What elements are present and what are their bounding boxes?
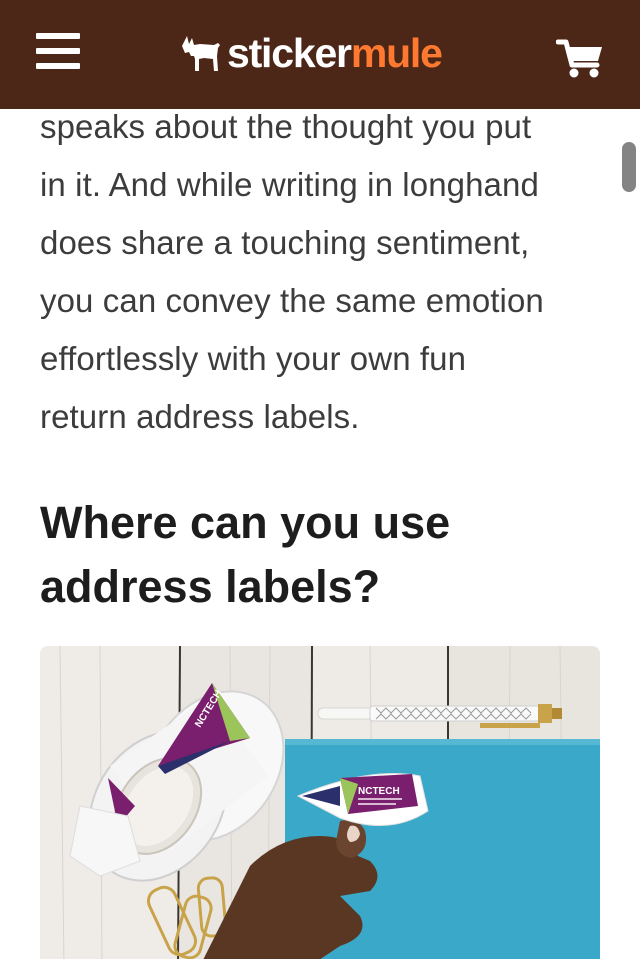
brand-name-sticker: sticker xyxy=(227,30,352,76)
menu-bar xyxy=(36,33,80,39)
paragraph-line: does share a touching sentiment, xyxy=(40,224,530,261)
paragraph-line: in it. And while writing in longhand xyxy=(40,166,539,203)
page: stickermule speaks about the thought you… xyxy=(0,0,640,959)
cart-glyph xyxy=(555,39,602,78)
paragraph-line: effortlessly with your own fun xyxy=(40,340,467,377)
paragraph-line: return address labels. xyxy=(40,398,360,435)
label-brand-text: NCTECH xyxy=(358,786,400,797)
menu-bar xyxy=(36,48,80,54)
shopping-cart-icon[interactable] xyxy=(555,37,604,79)
brand-name-mule: mule xyxy=(350,30,443,76)
heading-line: Where can you use xyxy=(40,497,451,548)
heading-line: address labels? xyxy=(40,561,381,612)
menu-bar xyxy=(36,63,80,69)
article-paragraph: speaks about the thought you put in it. … xyxy=(40,98,606,446)
section-heading: Where can you use address labels? xyxy=(40,491,600,619)
article-body: speaks about the thought you put in it. … xyxy=(40,98,606,446)
stickermule-logo[interactable]: stickermule xyxy=(180,28,443,78)
site-header: stickermule xyxy=(0,0,640,109)
brand-name: stickermule xyxy=(227,28,443,78)
paragraph-line: you can convey the same emotion xyxy=(40,282,544,319)
page-scrollbar[interactable] xyxy=(622,142,636,192)
article-photo: NCTECH NCTECH xyxy=(40,646,600,959)
mule-logo-icon xyxy=(182,36,220,71)
hamburger-menu-icon[interactable] xyxy=(36,31,82,73)
address-labels-photo-illustration: NCTECH NCTECH xyxy=(40,646,600,959)
